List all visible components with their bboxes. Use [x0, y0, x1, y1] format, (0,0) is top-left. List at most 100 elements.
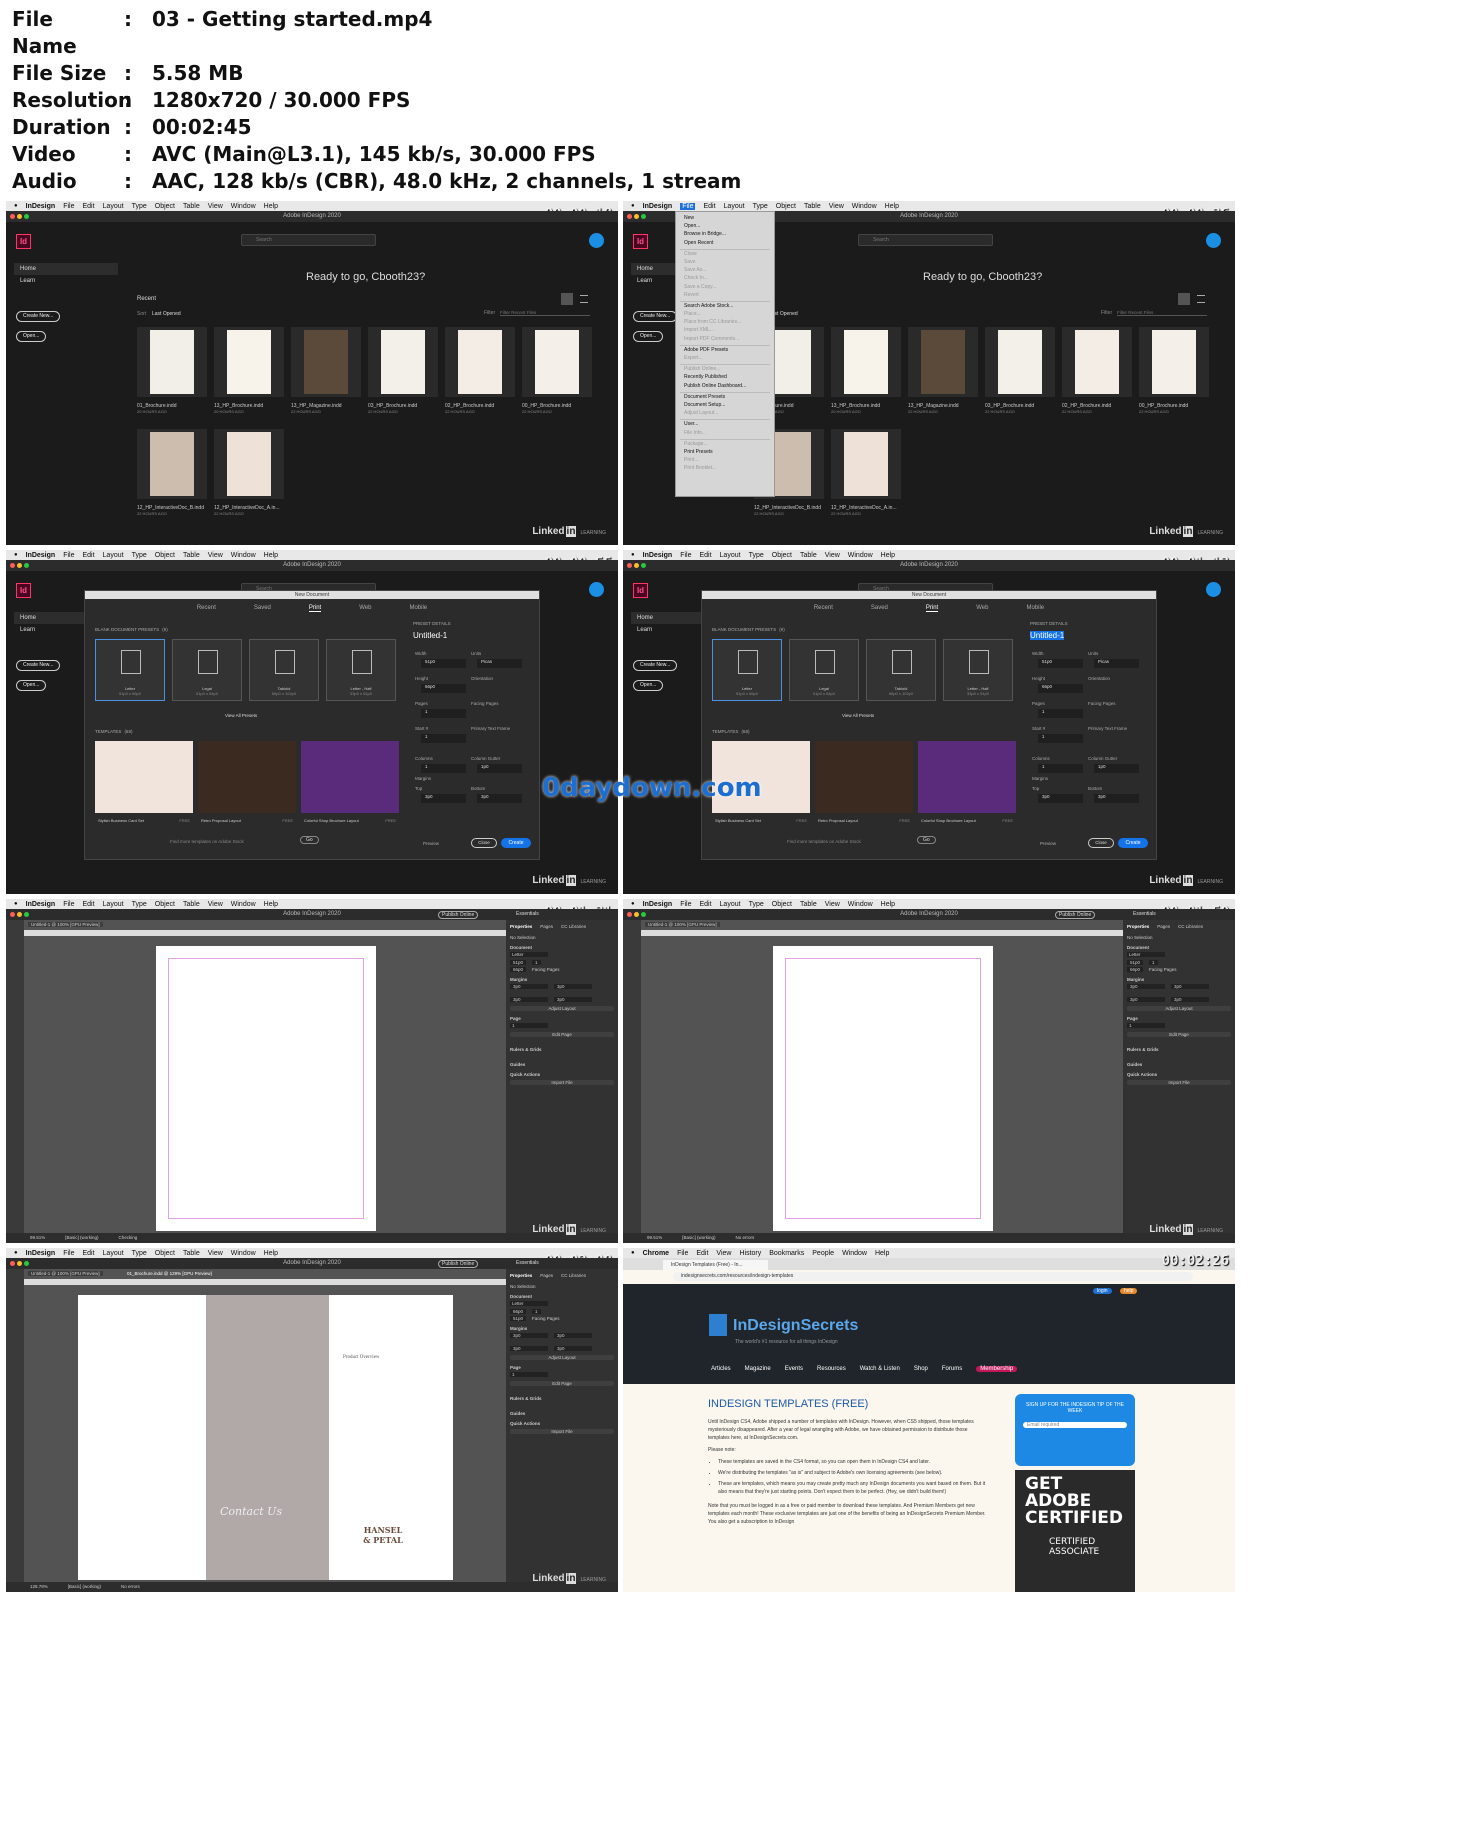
close-button[interactable]: Close — [471, 838, 497, 848]
window-control-icon[interactable] — [10, 1261, 15, 1266]
panel-tab[interactable]: Pages — [540, 924, 553, 929]
publish-online-button[interactable]: Publish Online — [438, 1260, 479, 1268]
file-menu-item[interactable]: Save As... — [676, 266, 774, 274]
site-nav-item[interactable]: Watch & Listen — [860, 1366, 900, 1372]
recent-file-thumbnail[interactable] — [214, 429, 284, 499]
file-menu-item[interactable]: Import PDF Comments... — [676, 335, 774, 343]
panel-tab[interactable]: Properties — [1127, 924, 1149, 929]
list-view-icon[interactable] — [580, 295, 588, 303]
window-control-icon[interactable] — [17, 563, 22, 568]
menu-item[interactable]: Table — [800, 552, 817, 559]
field-input[interactable]: 1 — [1038, 734, 1083, 743]
window-control-icon[interactable] — [17, 1261, 22, 1266]
menu-item[interactable]: Edit — [82, 203, 94, 210]
recent-file-thumbnail[interactable] — [1062, 327, 1132, 397]
zoom-level[interactable]: 99.51% — [647, 1233, 662, 1243]
template-card[interactable]: Retro Proposal Layout FREE — [815, 741, 913, 823]
create-new-button[interactable]: Create New... — [16, 660, 61, 671]
document-preset[interactable]: Letter - Half 33p0 x 51p0 — [943, 639, 1013, 701]
file-menu-item[interactable]: Import XML... — [676, 326, 774, 334]
file-menu-item[interactable]: User... — [676, 420, 774, 428]
zoom-level[interactable]: 99.51% — [30, 1233, 45, 1243]
window-control-icon[interactable] — [634, 214, 639, 219]
grid-view-icon[interactable] — [561, 293, 573, 305]
menu-item[interactable]: Layout — [724, 203, 745, 210]
menu-item[interactable]: Bookmarks — [769, 1250, 804, 1257]
go-button[interactable]: Go — [300, 836, 319, 844]
recent-file-thumbnail[interactable] — [985, 327, 1055, 397]
width-field[interactable]: 51p0 — [510, 960, 527, 965]
menu-item[interactable]: Window — [852, 203, 877, 210]
view-all-presets-link[interactable]: View All Presets — [225, 713, 257, 718]
document-tab[interactable]: Untitled-1 @ 100% [GPU Preview] — [28, 1271, 103, 1276]
menu-item[interactable]: Object — [155, 203, 175, 210]
page-select[interactable]: 1 — [510, 1372, 548, 1377]
find-more-templates-input[interactable]: Find more templates on Adobe Stock — [787, 839, 861, 844]
field-input[interactable]: 3p0 — [421, 794, 466, 803]
window-control-icon[interactable] — [641, 214, 646, 219]
menu-item[interactable]: File — [63, 901, 74, 908]
open-button[interactable]: Open... — [633, 680, 664, 691]
publish-online-button[interactable]: Publish Online — [438, 911, 479, 919]
menu-item[interactable]: Edit — [82, 552, 94, 559]
app-menu[interactable]: Chrome — [643, 1250, 669, 1257]
document-preset[interactable]: Letter 51p0 x 66p0 — [95, 639, 165, 701]
menu-item[interactable]: View — [208, 203, 223, 210]
field-input[interactable]: 1 — [421, 709, 466, 718]
file-menu-item[interactable]: Publish Online... — [676, 365, 774, 373]
menu-item[interactable]: Object — [772, 901, 792, 908]
workspace-switcher[interactable]: Essentials — [1133, 911, 1156, 917]
file-menu-item[interactable]: Save a Copy... — [676, 283, 774, 291]
recent-file-thumbnail[interactable] — [522, 327, 592, 397]
open-button[interactable]: Open... — [16, 331, 47, 342]
file-menu-item[interactable]: Check In... — [676, 274, 774, 282]
document-name-input[interactable]: Untitled-1 — [1030, 631, 1065, 640]
apple-icon[interactable]: ● — [631, 552, 635, 558]
field-input[interactable]: Picas — [477, 659, 522, 668]
search-input[interactable]: Search — [858, 234, 993, 246]
dialog-tab[interactable]: Saved — [871, 605, 888, 612]
address-bar[interactable]: indesignsecrets.com/resources/indesign-t… — [673, 1272, 1193, 1281]
app-menu[interactable]: InDesign — [643, 552, 673, 559]
adjust-layout-button[interactable]: Adjust Layout — [510, 1355, 614, 1360]
recent-file-thumbnail[interactable] — [831, 429, 901, 499]
find-more-templates-input[interactable]: Find more templates on Adobe Stock — [170, 839, 244, 844]
panel-tab[interactable]: CC Libraries — [1178, 924, 1203, 929]
grid-view-icon[interactable] — [1178, 293, 1190, 305]
app-menu[interactable]: InDesign — [26, 1250, 56, 1257]
field-input[interactable]: 3p0 — [1094, 794, 1139, 803]
menu-item[interactable]: Type — [132, 1250, 147, 1257]
menu-item[interactable]: Edit — [703, 203, 715, 210]
file-menu-item[interactable]: Close — [676, 250, 774, 258]
menu-item[interactable]: Edit — [696, 1250, 708, 1257]
dialog-tab[interactable]: Mobile — [1026, 605, 1044, 612]
menu-item[interactable]: Table — [183, 1250, 200, 1257]
menu-item[interactable]: File — [63, 203, 74, 210]
menu-item[interactable]: Object — [772, 552, 792, 559]
margin-field[interactable]: 3p0 — [510, 1346, 548, 1351]
margin-field[interactable]: 3p0 — [1127, 997, 1165, 1002]
app-menu[interactable]: InDesign — [643, 203, 673, 210]
filter-input[interactable]: Filter Recent Files — [1117, 310, 1207, 316]
recent-file-thumbnail[interactable] — [291, 327, 361, 397]
window-control-icon[interactable] — [24, 214, 29, 219]
height-field[interactable]: 66p0 — [510, 967, 527, 972]
preview-checkbox[interactable]: Preview — [423, 841, 439, 846]
site-nav-item[interactable]: Events — [785, 1366, 803, 1372]
window-control-icon[interactable] — [634, 563, 639, 568]
dialog-tab[interactable]: Recent — [197, 605, 216, 612]
menu-item[interactable]: Type — [749, 901, 764, 908]
email-field[interactable]: Email required — [1023, 1422, 1127, 1428]
file-menu-item[interactable]: Browse in Bridge... — [676, 230, 774, 238]
edit-page-button[interactable]: Edit Page — [510, 1381, 614, 1386]
menu-item[interactable]: File — [677, 1250, 688, 1257]
menu-item[interactable]: View — [716, 1250, 731, 1257]
recent-file-thumbnail[interactable] — [908, 327, 978, 397]
create-new-button[interactable]: Create New... — [633, 660, 678, 671]
apple-icon[interactable]: ● — [14, 203, 18, 209]
file-menu-item[interactable]: Revert — [676, 291, 774, 299]
menu-item[interactable]: View — [208, 901, 223, 908]
open-button[interactable]: Open... — [633, 331, 664, 342]
menu-item[interactable]: View — [825, 901, 840, 908]
file-menu-item[interactable]: Export... — [676, 354, 774, 362]
